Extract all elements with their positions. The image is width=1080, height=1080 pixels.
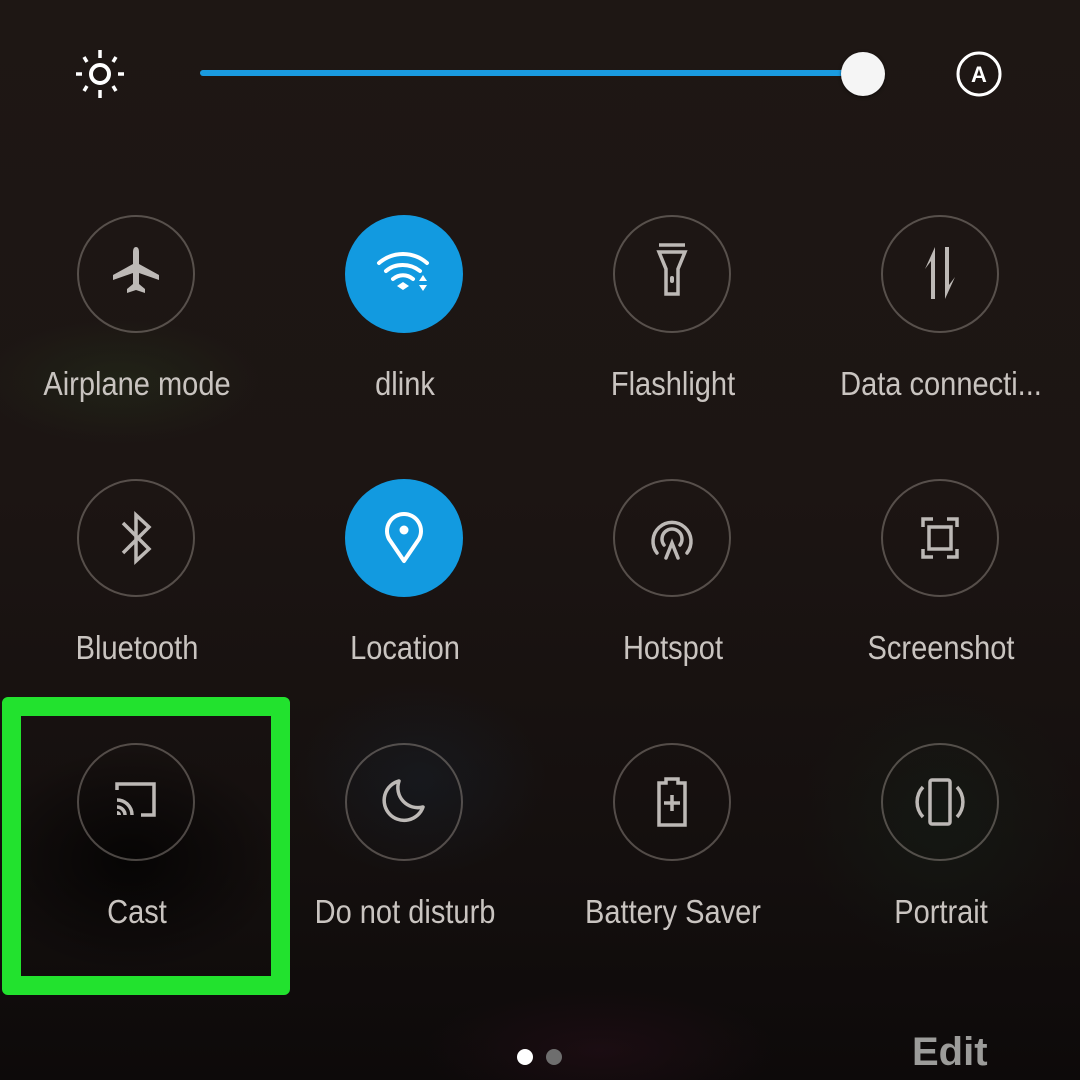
hotspot-icon (651, 520, 693, 560)
edit-button[interactable]: Edit (912, 1030, 988, 1075)
tile-label: dlink (375, 365, 435, 402)
page-dot-2[interactable] (546, 1049, 562, 1065)
cast-tile-highlight (2, 697, 290, 995)
tile-do-not-disturb[interactable]: Do not disturb (271, 728, 539, 968)
tile-toggle-button[interactable] (881, 215, 999, 333)
flashlight-icon (656, 243, 688, 296)
tile-label: Do not disturb (314, 893, 496, 930)
tile-toggle-button[interactable] (613, 479, 731, 597)
auto-brightness-button[interactable]: A (955, 50, 1003, 98)
tile-label: Flashlight (610, 365, 736, 402)
tile-screenshot[interactable]: Screenshot (807, 464, 1075, 704)
data-connection-icon (925, 247, 955, 299)
wifi-icon (377, 252, 429, 291)
tile-label: Battery Saver (585, 893, 761, 930)
tile-toggle-button[interactable] (77, 479, 195, 597)
tile-bluetooth[interactable]: Bluetooth (3, 464, 271, 704)
tile-toggle-button[interactable] (77, 215, 195, 333)
screenshot-icon (921, 517, 959, 559)
brightness-slider[interactable] (200, 70, 865, 76)
tile-label: Bluetooth (75, 629, 199, 666)
page-dot-1[interactable] (517, 1049, 533, 1065)
battery-saver-icon (657, 777, 687, 827)
moon-icon (382, 779, 425, 823)
tile-label: Data connecti... (840, 365, 1042, 402)
page-indicator (517, 1049, 562, 1065)
brightness-bar: A (0, 0, 1080, 150)
tile-flashlight[interactable]: Flashlight (539, 200, 807, 440)
tile-toggle-button[interactable] (345, 479, 463, 597)
tile-label: Screenshot (867, 629, 1015, 666)
tile-data-connecti[interactable]: Data connecti... (807, 200, 1075, 440)
svg-text:A: A (971, 62, 987, 87)
tile-label: Location (350, 629, 460, 666)
tile-portrait[interactable]: Portrait (807, 728, 1075, 968)
tile-hotspot[interactable]: Hotspot (539, 464, 807, 704)
tile-toggle-button[interactable] (881, 743, 999, 861)
tile-airplane-mode[interactable]: Airplane mode (3, 200, 271, 440)
rotation-icon (915, 778, 965, 826)
tile-location[interactable]: Location (271, 464, 539, 704)
tile-toggle-button[interactable] (881, 479, 999, 597)
location-icon (385, 512, 423, 563)
tile-label: Portrait (894, 893, 988, 930)
tile-label: Airplane mode (43, 365, 231, 402)
tile-battery-saver[interactable]: Battery Saver (539, 728, 807, 968)
tile-label: Hotspot (622, 629, 724, 666)
tile-dlink[interactable]: dlink (271, 200, 539, 440)
brightness-slider-thumb[interactable] (841, 52, 885, 96)
airplane-icon (113, 247, 159, 293)
brightness-sun-icon (76, 50, 124, 98)
tile-toggle-button[interactable] (345, 215, 463, 333)
auto-brightness-icon: A (956, 51, 1002, 97)
brightness-slider-fill (200, 70, 865, 76)
tile-toggle-button[interactable] (613, 215, 731, 333)
tile-toggle-button[interactable] (613, 743, 731, 861)
bluetooth-icon (121, 511, 152, 565)
tile-toggle-button[interactable] (345, 743, 463, 861)
